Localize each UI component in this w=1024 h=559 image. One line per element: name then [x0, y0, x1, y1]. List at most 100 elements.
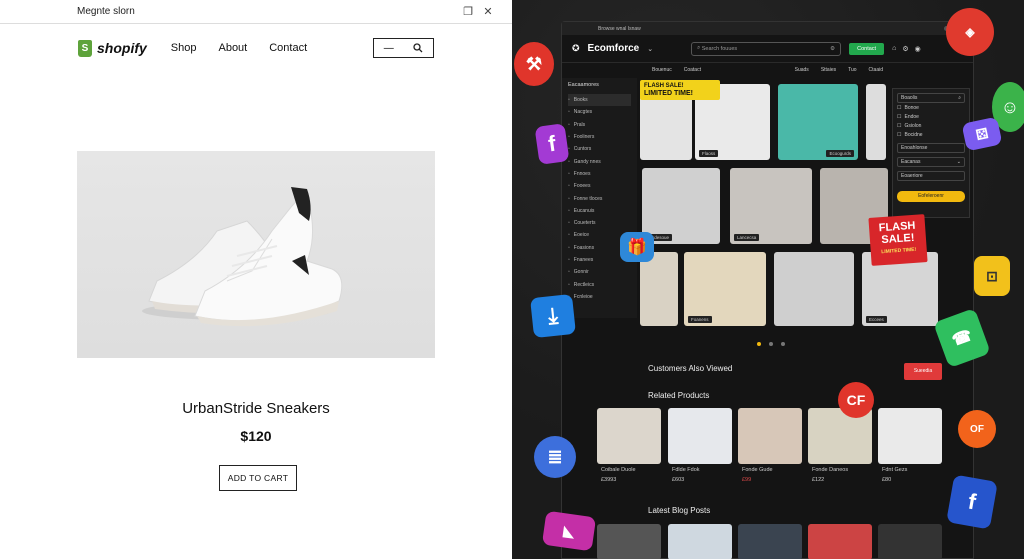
subnav-item[interactable]: Sttaies: [821, 67, 836, 73]
chevron-down-icon: ⌄: [956, 159, 961, 165]
product-tile[interactable]: Ecdesoue: [642, 168, 720, 244]
related-product-image[interactable]: [738, 408, 802, 464]
nav-contact[interactable]: Contact: [269, 42, 307, 54]
related-product-price: £603: [672, 477, 685, 483]
sidebar-item[interactable]: ▫ Prals: [568, 119, 631, 131]
filter-checkbox[interactable]: ☐ Bonoe: [897, 103, 965, 112]
sidebar-item[interactable]: ▫ Fnnoes: [568, 168, 631, 180]
related-product-price: £122: [812, 477, 825, 483]
related-product-image[interactable]: [597, 408, 661, 464]
gift-sticker-icon: 🎁: [620, 232, 654, 262]
related-product-name: Fdnt Gezs: [882, 467, 908, 473]
filter-select[interactable]: Enoahlonse: [897, 143, 965, 153]
contact-button[interactable]: Contact: [849, 42, 885, 55]
sidebar-item[interactable]: ▫ Gandy nnes: [568, 155, 631, 167]
sidebar-item[interactable]: ▫ Coueterts: [568, 217, 631, 229]
product-tile[interactable]: [774, 252, 854, 326]
search-toggle[interactable]: —: [373, 38, 434, 58]
add-to-cart-button[interactable]: ADD TO CART: [219, 465, 297, 491]
product-image[interactable]: [77, 151, 435, 358]
sidebar-item[interactable]: ▫ Nacgtes: [568, 106, 631, 118]
store-search-input[interactable]: ⌕ Search fouues ⚙: [691, 41, 842, 56]
sidebar-item[interactable]: ▫ Rectleics: [568, 278, 631, 290]
product-name: UrbanStride Sneakers: [182, 400, 330, 417]
subnav-item[interactable]: Ctaaid: [869, 67, 883, 73]
flash-sale-banner[interactable]: FLASH SALE! LIMITED TIME!: [640, 80, 720, 100]
document-sticker-icon: ≣: [534, 436, 576, 478]
filter-checkbox[interactable]: ☐ Endoe: [897, 112, 965, 121]
blog-thumb[interactable]: [668, 524, 732, 559]
ecommerce-collage-pane: Browse wnal Isnaw ✪ Ecomforce ⌄ ⌕ Search…: [512, 0, 1024, 559]
ecommerce-browser-window: Browse wnal Isnaw ✪ Ecomforce ⌄ ⌕ Search…: [561, 21, 974, 559]
product-price: $120: [240, 428, 272, 444]
section-also-viewed: Customers Also Viewed: [648, 364, 733, 373]
blog-thumb[interactable]: [597, 524, 661, 559]
shopify-logo[interactable]: S shopify: [78, 39, 147, 57]
filter-search[interactable]: Boaolis ⌕: [897, 93, 965, 103]
subnav-item[interactable]: Coatact: [684, 67, 701, 73]
facebook-sticker-icon: f: [946, 474, 998, 530]
subnav-item[interactable]: Tuo: [848, 67, 856, 73]
shopify-pane: Megnte slorn ❐ ✕ S shopify Shop About Co…: [0, 0, 512, 559]
shopify-bag-icon: S: [78, 39, 92, 57]
product-tile[interactable]: Lancecsa: [730, 168, 812, 244]
category-sidebar: Eacaamores ▫ Books ▫ Nacgtes ▫ Prals ▫ Fooli…: [562, 78, 637, 318]
home-icon[interactable]: ⌂: [892, 45, 896, 53]
window-title: Megnte slorn: [77, 6, 135, 17]
related-product-image[interactable]: [668, 408, 732, 464]
tile-label: Lancecsa: [734, 234, 760, 241]
flash-sale-sticker: FLASH SALE! LIMITED TIME!: [868, 214, 928, 266]
tile-label: Eccees: [866, 316, 887, 323]
nav-about[interactable]: About: [218, 42, 247, 54]
subnav-item[interactable]: Suads: [795, 67, 809, 73]
product-tile[interactable]: [640, 252, 678, 326]
download-sticker-icon: ⤓: [530, 293, 576, 339]
filter-checkbox[interactable]: ☐ Gsiolon: [897, 121, 965, 130]
also-viewed-button[interactable]: Sueedia: [904, 363, 942, 380]
tile-label: Foanens: [688, 316, 712, 323]
nav-shop[interactable]: Shop: [171, 42, 197, 54]
related-product-price: £80: [882, 477, 892, 483]
related-product-name: Fdlde Fdok: [672, 467, 700, 473]
related-product-name: Coibale Duole: [601, 467, 636, 473]
sidebar-item[interactable]: ▫ Fonne tloces: [568, 192, 631, 204]
sidebar-item[interactable]: ▫ Fooees: [568, 180, 631, 192]
store-brand[interactable]: Ecomforce: [588, 43, 640, 54]
cf-sticker: CF: [838, 382, 874, 418]
related-product-image[interactable]: [878, 408, 942, 464]
close-icon[interactable]: ✕: [478, 5, 498, 18]
tile-label: Flaoss: [699, 150, 719, 157]
badge-sticker-icon: ◈: [946, 8, 994, 56]
store-subnav: Bouenuc Coatact Suads Sttaies Tuo Ctaaid: [562, 63, 973, 77]
user-icon[interactable]: ◉: [915, 45, 921, 53]
sidebar-item[interactable]: ▫ Gonnir: [568, 266, 631, 278]
gear-icon[interactable]: ⚙: [902, 45, 908, 53]
carousel-pager[interactable]: [757, 342, 785, 346]
wrench-sticker-icon: ⚒: [514, 42, 554, 86]
subnav-item[interactable]: Bouenuc: [652, 67, 672, 73]
blog-thumb[interactable]: [878, 524, 942, 559]
browser-tab[interactable]: Browse wnal Isnaw: [598, 26, 641, 32]
sidebar-item[interactable]: ▫ Eucanuis: [568, 205, 631, 217]
related-product-price: £99: [742, 477, 752, 483]
search-icon: ⌕: [958, 95, 961, 101]
related-product-price: £3993: [601, 477, 617, 483]
chevron-down-icon[interactable]: ⌄: [647, 45, 653, 53]
sidebar-item[interactable]: ▫Fcnleioe: [568, 291, 631, 303]
banner-line-2: LIMITED TIME!: [644, 90, 693, 97]
maximize-icon[interactable]: ❐: [458, 5, 478, 18]
blog-thumb[interactable]: [738, 524, 802, 559]
blog-thumb[interactable]: [808, 524, 872, 559]
sidebar-item[interactable]: ▫ Books: [568, 94, 631, 107]
filter-checkbox[interactable]: ☐ Bocidne: [897, 130, 965, 139]
sidebar-item[interactable]: ▫ Cuntors: [568, 143, 631, 155]
window-titlebar: Megnte slorn ❐ ✕: [0, 0, 512, 24]
product-tile[interactable]: Foanens: [684, 252, 766, 326]
filter-apply-button[interactable]: Eofeleroenr: [897, 191, 965, 202]
sidebar-item[interactable]: ▫ Fooliners: [568, 131, 631, 143]
product-tile[interactable]: Ecoogurds: [778, 84, 858, 160]
menu-line-icon: —: [383, 42, 394, 54]
filter-select[interactable]: Eacanas ⌄: [897, 157, 965, 167]
filter-select[interactable]: Eoaeriore: [897, 171, 965, 181]
product-tile[interactable]: [866, 84, 886, 160]
